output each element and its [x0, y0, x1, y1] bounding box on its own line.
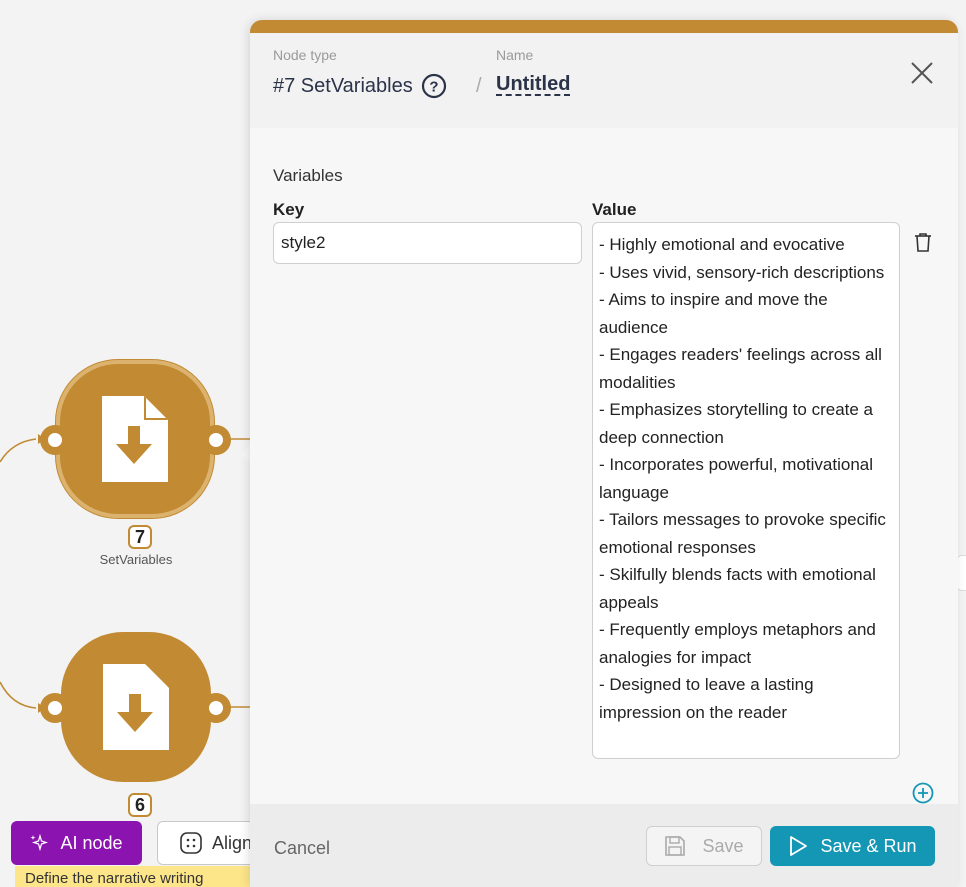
canvas-hint-note: Define the narrative writing	[15, 866, 265, 887]
node-config-panel: Node type #7 SetVariables ? / Name Untit…	[250, 20, 958, 887]
align-label: Align	[212, 832, 253, 853]
ai-node-button[interactable]: AI node	[11, 821, 142, 865]
variables-title: Variables	[273, 166, 343, 185]
variable-value-textarea[interactable]: - Highly emotional and evocative - Uses …	[592, 222, 900, 759]
node-6-id-badge: 6	[128, 793, 152, 817]
panel-footer: Cancel Save Save & Run	[250, 804, 958, 887]
floppy-disk-icon	[665, 836, 686, 856]
save-and-run-label: Save & Run	[820, 835, 917, 856]
node-7-id-badge: 7	[128, 525, 152, 549]
node-type-value: #7 SetVariables ?	[273, 73, 447, 99]
panel-body: Variables Key Value - Highly emotional a…	[250, 128, 958, 804]
value-column-header: Value	[592, 200, 637, 219]
save-and-run-button[interactable]: Save & Run	[770, 826, 935, 866]
panel-header: Node type #7 SetVariables ? / Name Untit…	[250, 33, 958, 128]
align-dots-icon	[180, 832, 202, 854]
ai-node-label: AI node	[60, 832, 123, 853]
file-download-icon	[102, 396, 168, 482]
name-label: Name	[496, 47, 534, 63]
help-icon[interactable]: ?	[421, 73, 447, 99]
node-6[interactable]	[61, 632, 211, 782]
node-type-text: #7 SetVariables	[273, 74, 413, 97]
trash-icon[interactable]	[913, 232, 933, 252]
node-7-output-port[interactable]	[201, 425, 231, 455]
play-icon	[790, 836, 808, 856]
add-variable-icon[interactable]	[912, 782, 934, 804]
node-7[interactable]	[56, 360, 214, 518]
close-icon[interactable]	[910, 61, 934, 85]
cancel-button[interactable]: Cancel	[274, 838, 330, 859]
node-7-input-port[interactable]	[40, 425, 70, 455]
key-column-header: Key	[273, 200, 305, 219]
node-name-editable[interactable]: Untitled	[496, 73, 570, 96]
node-type-label: Node type	[273, 47, 337, 63]
node-7-label: SetVariables	[99, 552, 173, 567]
svg-text:?: ?	[429, 79, 438, 96]
header-separator: /	[476, 75, 482, 97]
save-button[interactable]: Save	[646, 826, 762, 866]
save-label: Save	[702, 835, 744, 856]
file-download-icon	[103, 664, 169, 750]
node-6-input-port[interactable]	[40, 693, 70, 723]
sparkles-icon	[30, 834, 49, 852]
variable-key-input[interactable]	[273, 222, 582, 264]
node-6-output-port[interactable]	[201, 693, 231, 723]
